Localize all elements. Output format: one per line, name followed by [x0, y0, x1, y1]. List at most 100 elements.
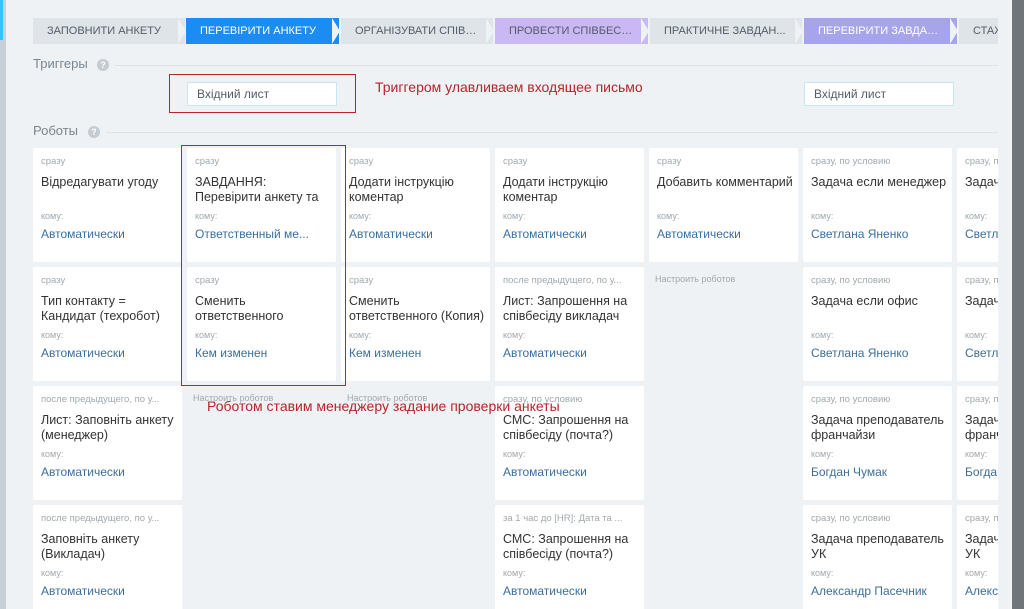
robot-condition: сразу, по условию: [965, 394, 998, 405]
stage-label: ПРАКТИЧНЕ ЗАВДАН...: [664, 25, 786, 37]
robot-assignee[interactable]: Кем изменен: [349, 346, 485, 360]
robot-assignee[interactable]: Александр Пасечник: [965, 584, 998, 598]
robot-to-label: кому:: [41, 330, 64, 340]
robot-assignee[interactable]: Автоматически: [41, 584, 177, 598]
robot-condition: сразу: [657, 156, 682, 167]
robot-card[interactable]: за 1 час до [HR]: Дата та ... СМС: Запрош…: [495, 505, 644, 609]
stage-fill-form[interactable]: ЗАПОВНИТИ АНКЕТУ: [33, 18, 185, 44]
robot-condition: сразу: [349, 156, 374, 167]
stage-conduct-interview[interactable]: ПРОВЕСТИ СПІВБЕСІДУ: [495, 18, 648, 44]
robot-card[interactable]: сразу, по условию Задача преподаватель фр…: [803, 386, 952, 500]
stage-check-form[interactable]: ПЕРЕВІРИТИ АНКЕТУ: [186, 18, 339, 44]
stage-check-task[interactable]: ПЕРЕВІРИТИ ЗАВДАН...: [804, 18, 957, 44]
trigger-incoming-email[interactable]: Вхідний лист: [804, 82, 954, 106]
robot-assignee[interactable]: Автоматически: [41, 465, 177, 479]
robot-card[interactable]: после предыдущего, по у... Лист: Запрошен…: [495, 267, 644, 381]
robot-assignee[interactable]: Светлана Яненко: [965, 227, 998, 241]
divider: [115, 65, 998, 66]
configure-robots-link[interactable]: Настроить роботов: [655, 274, 735, 284]
stage-label: ОРГАНІЗУВАТИ СПІВБ...: [355, 25, 482, 37]
robot-assignee[interactable]: Автоматически: [503, 584, 639, 598]
stage-bar: ЗАПОВНИТИ АНКЕТУ ПЕРЕВІРИТИ АНКЕТУ ОРГАН…: [33, 18, 998, 44]
robot-card[interactable]: сразу Добавить комментарий кому: Автоматиче…: [649, 148, 798, 262]
robot-to-label: кому:: [965, 449, 988, 459]
robot-condition: за 1 час до [HR]: Дата та ...: [503, 513, 623, 524]
help-icon[interactable]: ?: [88, 126, 100, 138]
robot-columns: сразу Відредагувати угоду кому: Автоматичес…: [33, 148, 998, 609]
robot-card[interactable]: сразу Додати інструкцію коментар кому: Авто…: [495, 148, 644, 262]
robot-assignee[interactable]: Автоматически: [349, 227, 485, 241]
robot-assignee[interactable]: Богдан Чумак: [965, 465, 998, 479]
robot-assignee[interactable]: Автоматически: [503, 346, 639, 360]
annotation-trigger-note: Триггером улавливаем входящее письмо: [375, 79, 643, 95]
robot-card[interactable]: сразу Сменить ответственного (Копия) кому:…: [341, 267, 490, 381]
robot-to-label: кому:: [349, 330, 372, 340]
robot-condition: после предыдущего, по у...: [41, 513, 160, 524]
robot-card[interactable]: сразу Тип контакту = Кандидат (техробот) к…: [33, 267, 182, 381]
robot-condition: сразу: [41, 156, 66, 167]
robot-card[interactable]: после предыдущего, по у... Заповніть анке…: [33, 505, 182, 609]
robot-condition: после предыдущего, по у...: [41, 394, 160, 405]
annotation-frame: [181, 145, 346, 386]
robot-card[interactable]: сразу Відредагувати угоду кому: Автоматичес…: [33, 148, 182, 262]
robot-assignee[interactable]: Автоматически: [503, 465, 639, 479]
robot-title: Відредагувати угоду: [41, 175, 159, 189]
robot-condition: сразу: [349, 275, 374, 286]
robot-card[interactable]: после предыдущего, по у... Лист: Заповніт…: [33, 386, 182, 500]
robot-title: СМС: Запрошення на співбесіду (почта?): [503, 532, 629, 561]
robot-condition: сразу: [41, 275, 66, 286]
robot-assignee[interactable]: Автоматически: [657, 227, 793, 241]
robot-assignee[interactable]: Светлана Яненко: [811, 346, 947, 360]
robot-title: Задача если офис: [965, 294, 998, 308]
robot-title: Добавить комментарий: [657, 175, 793, 189]
robot-condition: сразу, по условию: [965, 275, 998, 286]
robot-card[interactable]: сразу Додати інструкцію коментар кому: Авто…: [341, 148, 490, 262]
robot-card[interactable]: сразу, по условию Задача преподаватель фр…: [957, 386, 998, 500]
robot-title: Лист: Запрошення на співбесіду викладач: [503, 294, 628, 323]
robot-condition: сразу, по условию: [811, 156, 891, 167]
stage-organize-interview[interactable]: ОРГАНІЗУВАТИ СПІВБ...: [341, 18, 493, 44]
scrollbar-track[interactable]: [1012, 0, 1024, 609]
stage-label: ЗАПОВНИТИ АНКЕТУ: [47, 25, 161, 37]
robot-condition: сразу, по условию: [811, 275, 891, 286]
robot-to-label: кому:: [41, 211, 64, 221]
robot-card[interactable]: сразу, по условию Задача если менеджер ком…: [803, 148, 952, 262]
robot-assignee[interactable]: Александр Пасечник: [811, 584, 947, 598]
left-edge-bar: [0, 0, 6, 609]
stage-internship[interactable]: СТАЖ: [959, 18, 998, 44]
help-icon[interactable]: ?: [97, 59, 109, 71]
robot-condition: сразу, по условию: [811, 513, 891, 524]
stage-practical-task[interactable]: ПРАКТИЧНЕ ЗАВДАН...: [650, 18, 802, 44]
robot-to-label: кому:: [503, 568, 526, 578]
robot-title: Додати інструкцію коментар: [349, 175, 454, 204]
stage-label: ПРОВЕСТИ СПІВБЕСІДУ: [509, 25, 639, 37]
robot-title: Лист: Заповніть анкету (менеджер): [41, 413, 174, 442]
stage-label: СТАЖ: [973, 25, 998, 37]
robot-to-label: кому:: [811, 330, 834, 340]
robot-card[interactable]: сразу, по условию Задача если менеджер ком…: [957, 148, 998, 262]
robot-assignee[interactable]: Автоматически: [41, 227, 177, 241]
annotation-frame: [169, 74, 356, 113]
robot-card[interactable]: сразу, по условию Задача преподаватель УК…: [803, 505, 952, 609]
robot-assignee[interactable]: Светлана Яненко: [965, 346, 998, 360]
robot-condition: сразу, по условию: [965, 156, 998, 167]
robot-condition: сразу, по условию: [811, 394, 891, 405]
robot-to-label: кому:: [503, 330, 526, 340]
robot-card[interactable]: сразу, по условию Задача если офис кому: Св…: [957, 267, 998, 381]
robot-condition: после предыдущего, по у...: [503, 275, 622, 286]
robot-card[interactable]: сразу, по условию Задача если офис кому: Св…: [803, 267, 952, 381]
robot-title: Задача если менеджер: [811, 175, 947, 189]
robot-to-label: кому:: [349, 211, 372, 221]
robot-assignee[interactable]: Богдан Чумак: [811, 465, 947, 479]
robot-assignee[interactable]: Светлана Яненко: [811, 227, 947, 241]
robot-title: Задача если офис: [811, 294, 918, 308]
robot-assignee[interactable]: Автоматически: [503, 227, 639, 241]
stage-label: ПЕРЕВІРИТИ АНКЕТУ: [200, 25, 316, 37]
robot-card[interactable]: сразу, по условию Задача преподаватель УК…: [957, 505, 998, 609]
robot-assignee[interactable]: Автоматически: [41, 346, 177, 360]
robot-to-label: кому:: [41, 449, 64, 459]
robot-to-label: кому:: [503, 211, 526, 221]
robot-to-label: кому:: [811, 449, 834, 459]
left-accent: [0, 0, 3, 40]
robot-condition: сразу: [503, 156, 528, 167]
